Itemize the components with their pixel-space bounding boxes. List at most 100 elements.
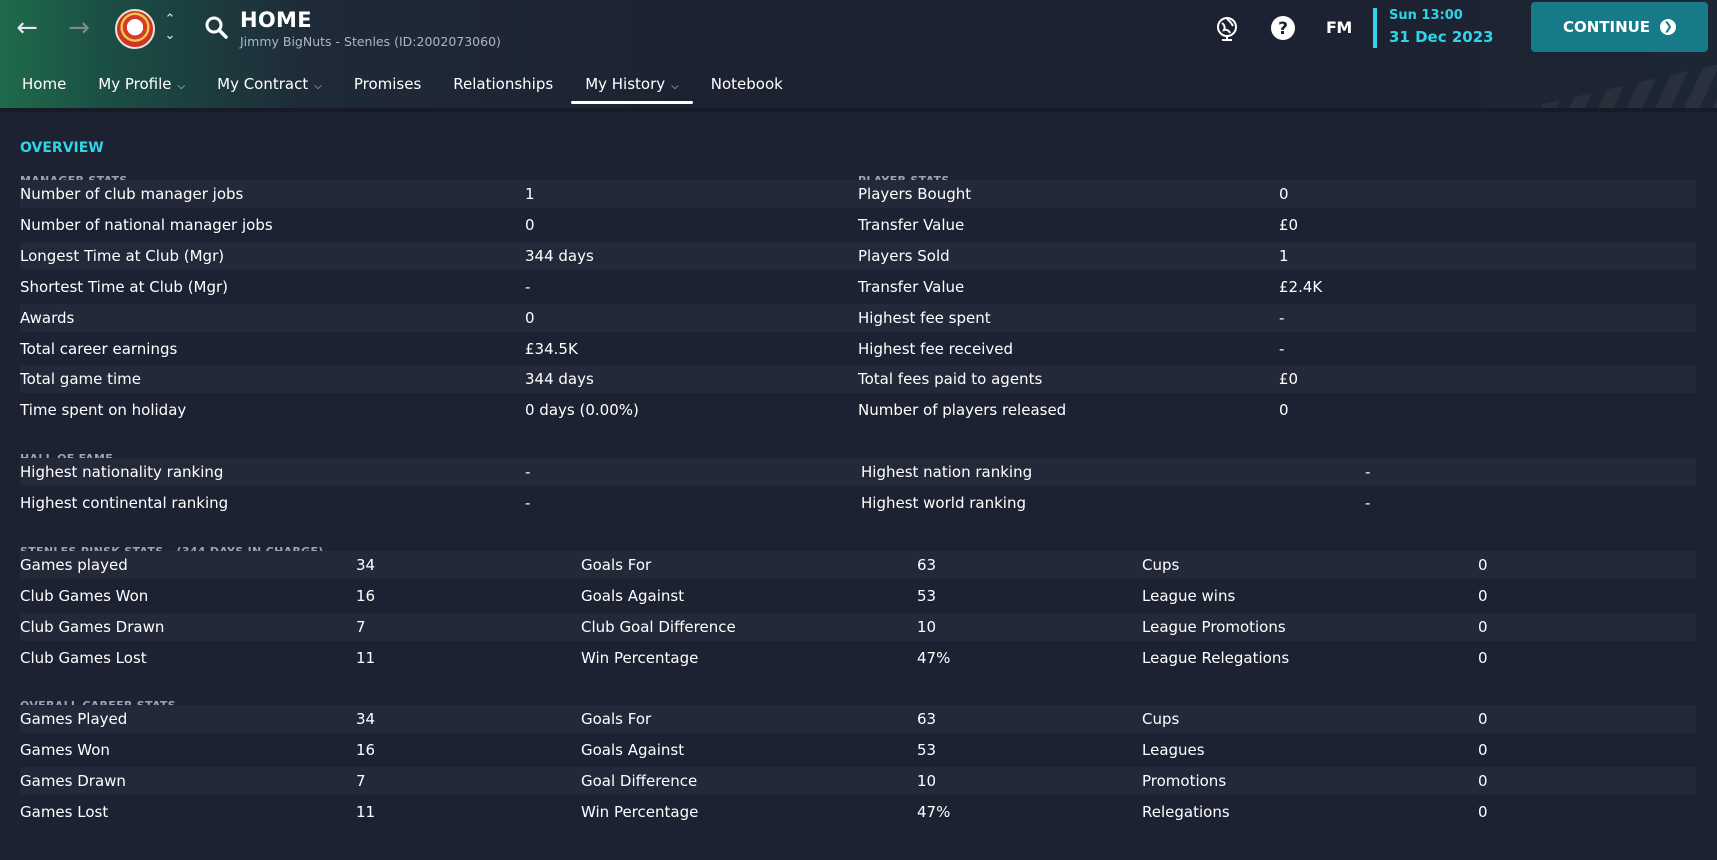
manager-stat-value: 0 [525, 215, 535, 234]
stat-value: 10 [917, 772, 937, 790]
stat-label: Games Won [20, 741, 110, 759]
player-stat-label: Number of players released [858, 401, 1067, 420]
hall-of-fame-row: Highest nationality ranking - Highest nati… [20, 458, 1696, 486]
stat-value: 0 [1478, 587, 1488, 605]
club-stats-row: Games played 34 Goals For 63 Cups 0 [20, 551, 1696, 579]
manager-stat-label: Number of club manager jobs [20, 185, 244, 203]
chevron-down-icon: ⌵ [314, 81, 322, 92]
stat-label: Leagues [1142, 741, 1205, 759]
manager-stat-value: 0 [525, 308, 535, 327]
stat-value: 0 [1478, 618, 1488, 636]
player-stat-value: £2.4K [1279, 277, 1323, 296]
stat-value: 53 [917, 741, 937, 759]
hof-label: Highest nationality ranking [20, 463, 224, 481]
chevron-up-down-icon[interactable]: ⌃ ⌄ [160, 12, 180, 46]
stats-row: Number of national manager jobs 0 Transfer… [20, 211, 1696, 239]
stat-label: Club Goal Difference [581, 618, 736, 636]
player-stat-value: £0 [1279, 370, 1299, 389]
manager-stat-value: 1 [525, 185, 535, 203]
stat-label: Club Games Lost [20, 649, 147, 667]
player-stat-value: - [1279, 339, 1285, 358]
chevron-down-icon: ⌵ [177, 81, 186, 92]
game-date: 31 Dec 2023 [1389, 28, 1494, 46]
hof-value: - [525, 463, 531, 481]
stat-label: Cups [1142, 710, 1180, 728]
stat-value: 34 [356, 556, 376, 574]
stat-value: 7 [356, 772, 366, 790]
player-stat-value: 0 [1279, 401, 1289, 420]
career-stats-row: Games Won 16 Goals Against 53 Leagues 0 [20, 736, 1696, 764]
tab-my-profile[interactable]: My Profile ⌵ [82, 68, 201, 100]
stat-value: 16 [356, 741, 376, 759]
tab-relationships[interactable]: Relationships [437, 68, 569, 100]
club-stats-row: Club Games Drawn 7 Club Goal Difference 10 L… [20, 613, 1696, 641]
club-badge[interactable] [115, 9, 155, 49]
stat-value: 11 [356, 649, 376, 667]
stat-label: Cups [1142, 556, 1180, 574]
hof-label: Highest world ranking [861, 494, 1026, 512]
stat-label: Games Lost [20, 803, 109, 821]
player-stat-value: 1 [1279, 246, 1289, 265]
stat-label: Win Percentage [581, 649, 699, 667]
manager-subtitle: Jimmy BigNuts - Stenles (ID:2002073060) [240, 34, 501, 49]
continue-label: CONTINUE [1562, 18, 1651, 36]
player-stat-label: Players Bought [858, 185, 972, 203]
career-stats-row: Games Played 34 Goals For 63 Cups 0 [20, 705, 1696, 733]
stat-label: Relegations [1142, 803, 1230, 821]
stat-label: Games played [20, 556, 128, 574]
tab-my-history[interactable]: My History ⌵ [569, 68, 695, 104]
player-stat-label: Highest fee spent [858, 308, 991, 327]
stat-label: Win Percentage [581, 803, 699, 821]
hof-label: Highest nation ranking [861, 463, 1033, 481]
back-arrow-icon[interactable]: ← [10, 12, 44, 44]
manager-stat-label: Time spent on holiday [20, 401, 187, 420]
stats-row: Total game time 344 days Total fees paid t… [20, 365, 1696, 394]
hof-value: - [1365, 463, 1371, 481]
stat-value: 7 [356, 618, 366, 636]
stat-label: Goals Against [581, 587, 685, 605]
stat-value: 0 [1478, 556, 1488, 574]
club-stats-row: Club Games Won 16 Goals Against 53 League wi… [20, 582, 1696, 610]
player-stat-label: Total fees paid to agents [858, 370, 1043, 389]
tab-home[interactable]: Home [0, 68, 82, 100]
stat-value: 0 [1478, 772, 1488, 790]
player-stat-label: Transfer Value [858, 277, 965, 296]
manager-stat-label: Total career earnings [20, 339, 178, 358]
forward-arrow-icon[interactable]: → [62, 12, 96, 44]
tab-notebook[interactable]: Notebook [695, 68, 799, 100]
stat-value: 16 [356, 587, 376, 605]
stat-label: League Promotions [1142, 618, 1286, 636]
stats-row: Number of club manager jobs 1 Players Boug… [20, 180, 1696, 208]
search-icon[interactable] [202, 12, 232, 44]
stat-label: Club Games Won [20, 587, 149, 605]
history-overview-panel: OVERVIEW MANAGER STATS PLAYER STATS Numb… [0, 112, 1717, 860]
globe-icon[interactable] [1212, 14, 1242, 44]
tab-my-contract[interactable]: My Contract ⌵ [201, 68, 338, 100]
game-time: Sun 13:00 [1389, 8, 1463, 23]
continue-arrow-icon: ❯ [1660, 19, 1677, 35]
manager-stat-label: Awards [20, 308, 75, 327]
fm-logo[interactable]: FM [1326, 18, 1352, 37]
player-stat-value: £0 [1279, 215, 1299, 234]
player-stat-value: - [1279, 308, 1285, 327]
club-stats-row: Club Games Lost 11 Win Percentage 47% League… [20, 644, 1696, 672]
tab-promises[interactable]: Promises [338, 68, 437, 100]
stats-row: Shortest Time at Club (Mgr) - Transfer Val… [20, 273, 1696, 301]
manager-stat-label: Shortest Time at Club (Mgr) [20, 277, 229, 296]
page-title: HOME [240, 8, 312, 32]
chevron-down-icon: ⌵ [671, 81, 679, 92]
manager-stat-label: Total game time [20, 370, 142, 389]
stat-value: 34 [356, 710, 376, 728]
stat-label: Goals Against [581, 741, 685, 759]
manager-stat-value: 344 days [525, 370, 594, 389]
overview-title: OVERVIEW [20, 140, 104, 156]
player-stat-label: Highest fee received [858, 339, 1014, 358]
stat-label: Club Games Drawn [20, 618, 165, 636]
continue-button[interactable]: CONTINUE ❯ [1531, 2, 1708, 52]
manager-stat-value: 344 days [525, 246, 594, 265]
manager-stat-label: Longest Time at Club (Mgr) [20, 246, 225, 265]
help-icon[interactable]: ? [1268, 14, 1298, 44]
stat-value: 47% [917, 803, 951, 821]
career-stats-row: Games Lost 11 Win Percentage 47% Relegations… [20, 798, 1696, 826]
stat-value: 0 [1478, 803, 1488, 821]
